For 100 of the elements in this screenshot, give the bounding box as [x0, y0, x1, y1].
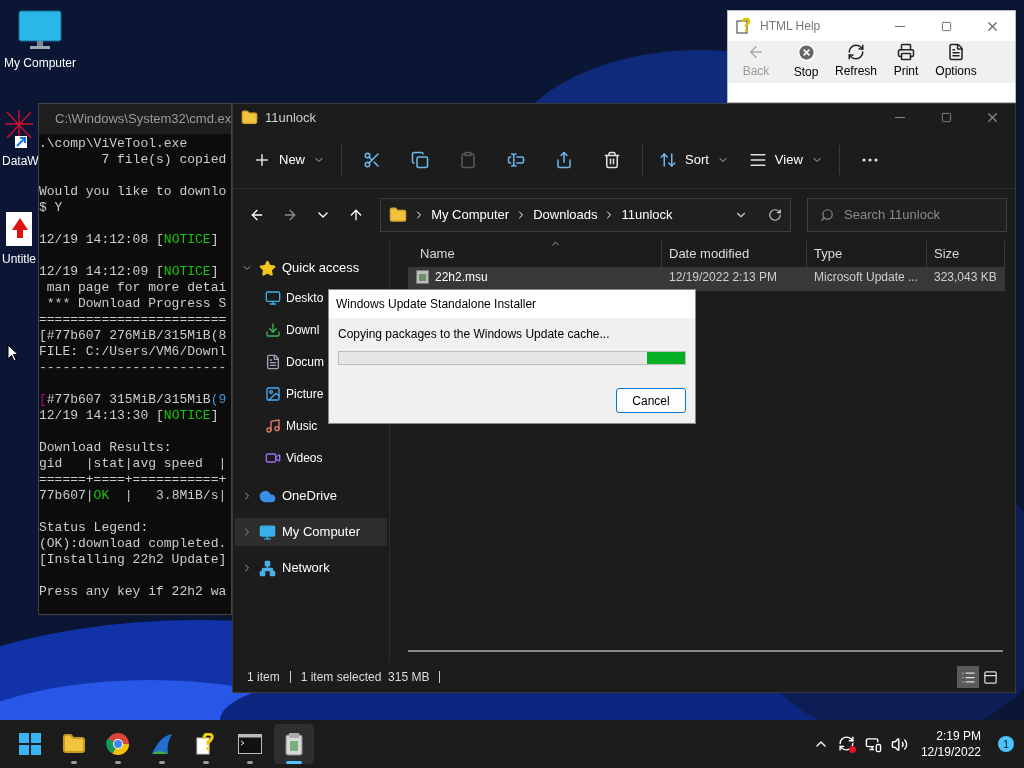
terminal-line: [#77b607 315MiB/315MiB(9 — [39, 392, 227, 408]
file-type: Microsoft Update ... — [813, 269, 920, 286]
stop-button[interactable]: Stop — [782, 43, 830, 81]
sort-button[interactable]: Sort — [649, 141, 739, 178]
document-thumbnail-icon — [6, 212, 32, 246]
file-row[interactable]: 22h2.msu 12/19/2022 2:13 PM Microsoft Update ... 323,043 KB — [408, 267, 1005, 291]
globe-icon — [106, 732, 130, 756]
more-icon — [861, 157, 878, 162]
item-count: 1 item — [247, 669, 280, 686]
terminal-line: Download Results: — [39, 440, 172, 456]
copy-icon — [411, 150, 429, 169]
window-title: C:\Windows\System32\cmd.ex — [55, 110, 232, 129]
document-icon — [265, 354, 281, 370]
terminal-line: 7 file(s) copied — [100, 152, 227, 168]
monitor-icon — [265, 290, 281, 306]
maximize-icon — [940, 112, 952, 123]
folder-icon — [62, 732, 86, 756]
terminal-line: ======+====+===========+ — [39, 472, 227, 488]
console-icon — [238, 734, 262, 754]
folder-icon — [241, 109, 258, 126]
music-icon — [265, 418, 281, 434]
terminal-line: ======================== — [39, 312, 227, 328]
minimize-icon — [895, 25, 905, 27]
nav-item[interactable]: Music — [235, 410, 387, 442]
nav-item[interactable]: OneDrive — [235, 482, 387, 510]
terminal-line: .\comp\ViVeTool.exe — [39, 136, 188, 152]
desktop-shortcut[interactable]: Untitle — [0, 212, 38, 268]
package-icon — [416, 270, 429, 284]
clock[interactable]: 2:19 PM 12/19/2022 — [920, 728, 981, 760]
details-view-button[interactable] — [957, 666, 979, 688]
selection-info: 1 item selected 315 MB — [300, 669, 430, 686]
fin-icon — [150, 732, 174, 756]
terminal-line: 12/19 14:12:09 [NOTICE] — [39, 264, 219, 280]
address-bar[interactable]: My Computer Downloads 11unlock — [380, 198, 791, 232]
nav-item[interactable]: Network — [235, 554, 387, 582]
help-file-icon — [736, 18, 752, 34]
search-icon — [820, 208, 834, 222]
status-message: Copying packages to the Windows Update cache... — [338, 326, 611, 343]
star-icon — [259, 259, 276, 277]
terminal-line: *** Download Progress S — [45, 296, 227, 312]
terminal-line: (OK):download completed. — [39, 536, 227, 552]
stop-icon — [796, 43, 816, 62]
printer-icon — [897, 43, 915, 61]
breadcrumb-item[interactable]: Downloads — [533, 205, 598, 225]
window-title: HTML Help — [760, 18, 821, 35]
sync-icon[interactable] — [837, 735, 856, 753]
notification-badge[interactable]: 1 — [998, 736, 1014, 752]
folder-icon — [389, 206, 408, 224]
dialog-title: Windows Update Standalone Installer — [336, 296, 537, 313]
monitor-icon — [259, 523, 276, 541]
shortcut-icon — [3, 108, 35, 148]
desktop-shortcut[interactable]: DataW — [0, 108, 38, 170]
tiles-icon — [982, 669, 998, 685]
list-icon — [960, 669, 976, 685]
start-icon — [19, 733, 41, 755]
refresh-icon — [768, 208, 782, 222]
terminal-line: 12/19 14:13:30 [NOTICE] — [39, 408, 219, 424]
cancel-button[interactable]: Cancel — [616, 388, 686, 413]
terminal-line: ------------------------ — [39, 360, 227, 376]
search-field[interactable]: Search 11unlock — [807, 198, 1007, 232]
refresh-icon — [847, 43, 865, 61]
maximize-icon — [940, 20, 952, 32]
rename-icon — [507, 150, 525, 169]
download-icon — [265, 322, 281, 338]
nav-item[interactable]: Videos — [235, 442, 387, 474]
monitor-icon — [18, 10, 62, 50]
terminal-line: Status Legend: — [39, 520, 149, 536]
volume-icon[interactable] — [890, 735, 908, 753]
clipboard-icon — [459, 150, 477, 169]
taskbar-app-button[interactable] — [274, 724, 314, 764]
search-input[interactable]: Search 11unlock — [844, 205, 994, 225]
desktop-shortcut[interactable]: My Computer — [2, 10, 78, 72]
minimize-icon — [895, 117, 905, 118]
options-button[interactable]: Options — [932, 43, 980, 80]
breadcrumb-item[interactable]: 11unlock — [621, 205, 673, 225]
view-button[interactable]: View — [738, 141, 833, 178]
nav-item[interactable]: My Computer — [235, 518, 387, 546]
horizontal-scrollbar[interactable] — [408, 650, 1003, 652]
terminal-line: 12/19 14:12:08 [NOTICE] — [39, 232, 219, 248]
nav-item[interactable]: Quick access — [235, 254, 387, 282]
terminal-line: man page for more detai — [45, 280, 227, 296]
breadcrumb-item[interactable]: My Computer — [431, 205, 510, 225]
image-icon — [265, 386, 281, 402]
help-file-icon — [196, 733, 216, 755]
video-icon — [265, 450, 281, 466]
file-name: 22h2.msu — [435, 269, 488, 286]
print-button[interactable]: Print — [882, 43, 930, 80]
sort-icon — [659, 150, 677, 169]
terminal-line: Would you like to downlo — [39, 184, 227, 200]
terminal-line: FILE: C:/Users/VM6/Downl — [39, 344, 227, 360]
file-date: 12/19/2022 2:13 PM — [668, 269, 779, 286]
share-icon — [555, 150, 573, 169]
installer-icon — [284, 732, 304, 756]
window-title: 11unlock — [265, 108, 317, 127]
refresh-button[interactable]: Refresh — [832, 43, 880, 80]
new-button[interactable]: New — [243, 141, 335, 178]
mouse-pointer-icon — [7, 344, 19, 362]
trash-icon — [603, 150, 621, 169]
file-size: 323,043 KB — [933, 269, 998, 286]
scissors-icon — [363, 150, 381, 169]
